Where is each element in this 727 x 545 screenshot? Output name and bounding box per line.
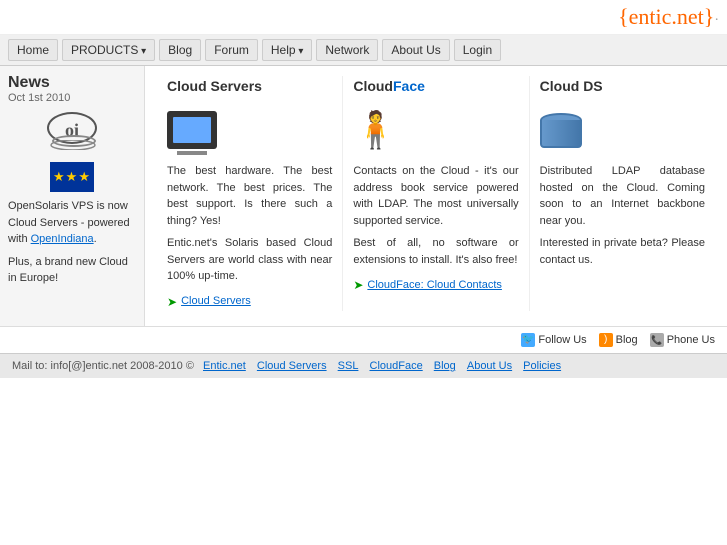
nav-login[interactable]: Login [454, 39, 501, 61]
nav-about[interactable]: About Us [382, 39, 449, 61]
sidebar: News Oct 1st 2010 oi ★★★ OpenSolaris VPS… [0, 66, 145, 326]
footer-about-link[interactable]: About Us [467, 360, 512, 372]
monitor-screen [173, 117, 211, 143]
db-body [540, 120, 582, 148]
footer-links-bar: 🐦 Follow Us ) Blog 📞 Phone Us [0, 326, 727, 353]
eu-stars: ★★★ [53, 169, 91, 185]
main-content: Cloud Servers The best hardware. The bes… [145, 66, 727, 326]
cloud-servers-icon [167, 105, 332, 155]
blog-link[interactable]: ) Blog [599, 333, 638, 347]
openindiana-link[interactable]: OpenIndiana [31, 233, 94, 245]
cloudface-p1: Contacts on the Cloud - it's our address… [353, 163, 518, 229]
oi-swoosh [47, 140, 99, 150]
logo-brace-open: { [618, 4, 629, 29]
footer-policies-link[interactable]: Policies [523, 360, 561, 372]
cloud-ds-column: Cloud DS Distributed LDAP database hoste… [530, 76, 715, 311]
news-date: Oct 1st 2010 [8, 92, 136, 104]
twitter-icon: 🐦 [521, 333, 535, 347]
cloud-servers-title: Cloud Servers [167, 76, 332, 97]
navbar: Home PRODUCTS Blog Forum Help Network Ab… [0, 35, 727, 66]
site-logo: {entic.net}· [618, 4, 719, 29]
layout: News Oct 1st 2010 oi ★★★ OpenSolaris VPS… [0, 66, 727, 326]
footer-entic-link[interactable]: Entic.net [203, 360, 246, 372]
columns: Cloud Servers The best hardware. The bes… [157, 76, 715, 311]
monitor-icon [167, 111, 217, 149]
sidebar-text2: Plus, a brand new Cloud in Europe! [8, 254, 136, 287]
logo-brace-close: } [704, 4, 715, 29]
cloudface-icon: 🧍 [353, 105, 518, 155]
header: {entic.net}· [0, 0, 727, 35]
footer-blog-link[interactable]: Blog [434, 360, 456, 372]
cloud-servers-arrow-icon: ➤ [167, 293, 177, 311]
nav-help[interactable]: Help [262, 39, 313, 61]
rss-icon: ) [599, 333, 613, 347]
blog-link-label: Blog [616, 334, 638, 346]
nav-network[interactable]: Network [316, 39, 378, 61]
cloud-ds-p2: Interested in private beta? Please conta… [540, 235, 705, 268]
cloudface-title-blue: Face [393, 78, 425, 94]
person-icon: 🧍 [353, 103, 398, 157]
cloudface-title-pre: Cloud [353, 78, 393, 94]
nav-home[interactable]: Home [8, 39, 58, 61]
cloudface-column: CloudFace 🧍 Contacts on the Cloud - it's… [343, 76, 529, 311]
cloudface-p2: Best of all, no software or extensions t… [353, 235, 518, 268]
nav-forum[interactable]: Forum [205, 39, 258, 61]
oi-icon: oi [47, 112, 97, 144]
follow-us-label: Follow Us [538, 334, 586, 346]
nav-blog[interactable]: Blog [159, 39, 201, 61]
phone-us-label: Phone Us [667, 334, 715, 346]
footer-cloudface-link[interactable]: CloudFace [370, 360, 423, 372]
phone-icon: 📞 [650, 333, 664, 347]
cloudface-title: CloudFace [353, 76, 518, 97]
cloud-servers-link-container: ➤ Cloud Servers [167, 293, 332, 311]
footer-cloud-servers-link[interactable]: Cloud Servers [257, 360, 327, 372]
cloud-ds-p1: Distributed LDAP database hosted on the … [540, 163, 705, 229]
follow-us-link[interactable]: 🐦 Follow Us [521, 333, 586, 347]
cloud-servers-p1: The best hardware. The best network. The… [167, 163, 332, 229]
phone-us-link[interactable]: 📞 Phone Us [650, 333, 715, 347]
eu-flag: ★★★ [50, 162, 94, 192]
cloud-servers-p2: Entic.net's Solaris based Cloud Servers … [167, 235, 332, 285]
mail-label: Mail to: info[@]entic.net 2008-2010 © [12, 360, 194, 372]
footer-ssl-link[interactable]: SSL [338, 360, 359, 372]
sidebar-text1: OpenSolaris VPS is now Cloud Servers - p… [8, 198, 136, 248]
cloud-ds-title: Cloud DS [540, 76, 705, 97]
logo-dot: · [714, 13, 719, 28]
database-icon [540, 113, 582, 148]
logo-text: entic.net [629, 4, 704, 29]
bottom-footer: Mail to: info[@]entic.net 2008-2010 © En… [0, 353, 727, 378]
cloud-servers-link[interactable]: Cloud Servers [181, 293, 251, 310]
news-title: News [8, 74, 136, 92]
cloudface-link[interactable]: CloudFace: Cloud Contacts [367, 277, 502, 294]
cloudface-arrow-icon: ➤ [353, 276, 363, 294]
cloud-servers-column: Cloud Servers The best hardware. The bes… [157, 76, 343, 311]
cloudface-link-container: ➤ CloudFace: Cloud Contacts [353, 276, 518, 294]
oi-logo: oi [8, 112, 136, 144]
cloud-ds-icon [540, 105, 705, 155]
nav-products[interactable]: PRODUCTS [62, 39, 155, 61]
